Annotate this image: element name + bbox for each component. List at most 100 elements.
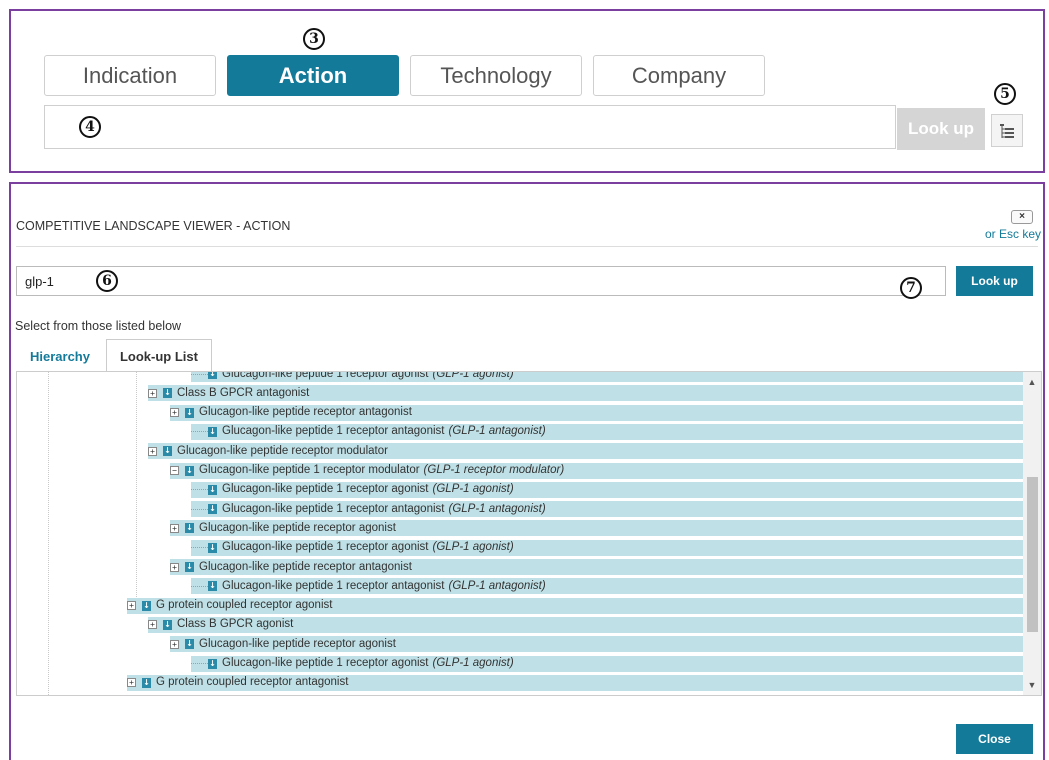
tree-row[interactable]: + ↓ Glucagon-like peptide receptor antagon… <box>170 559 1023 576</box>
category-tabs: Indication Action Technology Company <box>44 55 765 96</box>
drill-down-icon[interactable]: ↓ <box>185 407 194 418</box>
modal-lookup-button[interactable]: Look up <box>956 266 1033 296</box>
drill-down-icon[interactable]: ↓ <box>185 465 194 476</box>
tree-row[interactable]: + ↓ G protein coupled receptor antagonist <box>127 674 1023 692</box>
tree-guide-line <box>136 372 137 607</box>
tree-viewport[interactable]: ↓ Glucagon-like peptide 1 receptor agonis… <box>17 372 1023 695</box>
tree-row-label: Glucagon-like peptide receptor modulator <box>177 444 388 457</box>
tree-row[interactable]: ↓ Glucagon-like peptide 1 receptor agonis… <box>191 481 1023 499</box>
drill-down-icon[interactable]: ↓ <box>208 426 217 437</box>
tree-row-abbreviation: (GLP-1 receptor modulator) <box>423 464 565 476</box>
tree-connector <box>191 663 208 664</box>
scroll-down-icon[interactable]: ▼ <box>1023 676 1041 694</box>
hierarchy-viewer-button[interactable] <box>991 114 1023 147</box>
category-search-input[interactable]: 4 <box>44 105 896 149</box>
expand-icon[interactable]: + <box>148 446 157 456</box>
tree-scrollbar[interactable]: ▲ ▼ <box>1023 372 1041 695</box>
drill-down-icon[interactable]: ↓ <box>208 484 217 495</box>
hierarchy-tree: ↓ Glucagon-like peptide 1 receptor agonis… <box>16 371 1042 696</box>
esc-key-hint[interactable]: or Esc key <box>985 227 1041 241</box>
tree-row-abbreviation: (GLP-1 antagonist) <box>448 579 546 592</box>
drill-down-icon[interactable]: ↓ <box>163 446 172 457</box>
drill-down-icon[interactable]: ↓ <box>163 619 172 630</box>
tree-row-abbreviation: (GLP-1 agonist) <box>432 483 514 496</box>
tree-row[interactable]: + ↓ Class B GPCR antagonist <box>148 385 1023 403</box>
drill-down-icon[interactable]: ↓ <box>208 372 217 379</box>
tree-row[interactable]: + ↓ Glucagon-like peptide receptor antagon… <box>170 404 1023 422</box>
modal-title: COMPETITIVE LANDSCAPE VIEWER - ACTION <box>16 219 291 233</box>
tree-list-icon <box>1000 123 1014 138</box>
tree-row-label: Glucagon-like peptide 1 receptor agonist <box>222 372 429 380</box>
tree-row[interactable]: ↓ Glucagon-like peptide 1 receptor antago… <box>191 423 1023 441</box>
tab-company[interactable]: Company <box>593 55 765 96</box>
lookup-button[interactable]: Look up <box>897 108 985 150</box>
tree-row-label: G protein coupled receptor antagonist <box>156 676 349 689</box>
tree-row-label: Glucagon-like peptide 1 receptor modulat… <box>199 464 420 476</box>
tree-row[interactable]: ↓ Glucagon-like peptide 1 receptor agonis… <box>191 372 1023 383</box>
tree-row[interactable]: ↓ Glucagon-like peptide 1 receptor agonis… <box>191 655 1023 673</box>
tree-row-label: Glucagon-like peptide receptor antagonis… <box>199 406 412 419</box>
close-icon[interactable]: × <box>1011 210 1033 224</box>
tree-connector <box>191 508 208 510</box>
tree-row-label: Glucagon-like peptide receptor agonist <box>199 637 396 650</box>
tree-row-abbreviation: (GLP-1 antagonist) <box>448 425 546 438</box>
tree-row[interactable]: ↓ Glucagon-like peptide 1 receptor antago… <box>191 578 1023 596</box>
tab-indication[interactable]: Indication <box>44 55 216 96</box>
tab-action[interactable]: Action <box>227 55 399 96</box>
scroll-up-icon[interactable]: ▲ <box>1023 373 1041 391</box>
tree-row-label: Class B GPCR antagonist <box>177 386 310 399</box>
close-button[interactable]: Close <box>956 724 1033 754</box>
expand-icon[interactable]: + <box>170 523 179 533</box>
tree-row[interactable]: ↓ Glucagon-like peptide 1 receptor agonis… <box>191 539 1023 557</box>
drill-down-icon[interactable]: ↓ <box>208 504 217 515</box>
tree-row[interactable]: + ↓ G protein coupled receptor agonist <box>127 597 1023 615</box>
tree-row[interactable]: + ↓ Glucagon-like peptide receptor agonist <box>170 636 1023 654</box>
tree-row[interactable]: − ↓ Glucagon-like peptide 1 receptor modul… <box>170 462 1023 480</box>
tree-row-label: Glucagon-like peptide 1 receptor antagon… <box>222 579 445 592</box>
tree-row-label: Glucagon-like peptide 1 receptor agonist <box>222 657 429 669</box>
tree-row[interactable]: + ↓ Class B GPCR agonist <box>148 616 1023 634</box>
drill-down-icon[interactable]: ↓ <box>163 388 172 399</box>
tree-row-abbreviation: (GLP-1 antagonist) <box>448 502 546 515</box>
tab-lookup-list[interactable]: Look-up List <box>105 339 212 372</box>
step-badge-3: 3 <box>303 28 325 50</box>
tree-connector <box>191 547 208 549</box>
drill-down-icon[interactable]: ↓ <box>142 600 151 611</box>
expand-icon[interactable]: + <box>127 601 136 611</box>
tree-row-label: Glucagon-like peptide 1 receptor antagon… <box>222 425 445 438</box>
expand-icon[interactable]: + <box>148 388 157 398</box>
step-badge-7: 7 <box>900 277 922 299</box>
expand-icon[interactable]: + <box>170 408 179 418</box>
scroll-thumb[interactable] <box>1027 477 1038 632</box>
drill-down-icon[interactable]: ↓ <box>208 658 217 669</box>
expand-icon[interactable]: + <box>170 639 179 649</box>
tree-row-abbreviation: (GLP-1 agonist) <box>432 541 514 554</box>
tree-row[interactable]: + ↓ Glucagon-like peptide receptor modulat… <box>148 443 1023 461</box>
view-tabs: Hierarchy Look-up List <box>16 339 212 372</box>
tree-row-label: G protein coupled receptor agonist <box>156 599 333 612</box>
tree-row[interactable]: ↓ Glucagon-like peptide 1 receptor antago… <box>191 501 1023 519</box>
tree-row-abbreviation: (GLP-1 agonist) <box>432 657 514 669</box>
action-search-input[interactable] <box>16 266 946 296</box>
tree-guide-line <box>48 372 49 695</box>
collapse-icon[interactable]: − <box>170 466 179 475</box>
drill-down-icon[interactable]: ↓ <box>185 523 194 534</box>
tree-row[interactable]: + ↓ Glucagon-like peptide receptor agonist <box>170 520 1023 538</box>
drill-down-icon[interactable]: ↓ <box>208 542 217 553</box>
tree-connector <box>191 489 208 491</box>
drill-down-icon[interactable]: ↓ <box>208 581 217 592</box>
drill-down-icon[interactable]: ↓ <box>185 562 194 572</box>
expand-icon[interactable]: + <box>170 562 179 572</box>
tree-connector <box>191 585 208 587</box>
tree-row-label: Glucagon-like peptide receptor antagonis… <box>199 560 412 573</box>
drill-down-icon[interactable]: ↓ <box>185 639 194 650</box>
tree-row-label: Glucagon-like peptide receptor agonist <box>199 521 396 534</box>
tab-hierarchy[interactable]: Hierarchy <box>16 339 104 372</box>
expand-icon[interactable]: + <box>148 620 157 630</box>
step-badge-4: 4 <box>79 116 101 138</box>
tab-technology[interactable]: Technology <box>410 55 582 96</box>
expand-icon[interactable]: + <box>127 678 136 688</box>
tree-connector <box>191 431 208 433</box>
step-badge-5: 5 <box>994 83 1016 105</box>
drill-down-icon[interactable]: ↓ <box>142 677 151 688</box>
